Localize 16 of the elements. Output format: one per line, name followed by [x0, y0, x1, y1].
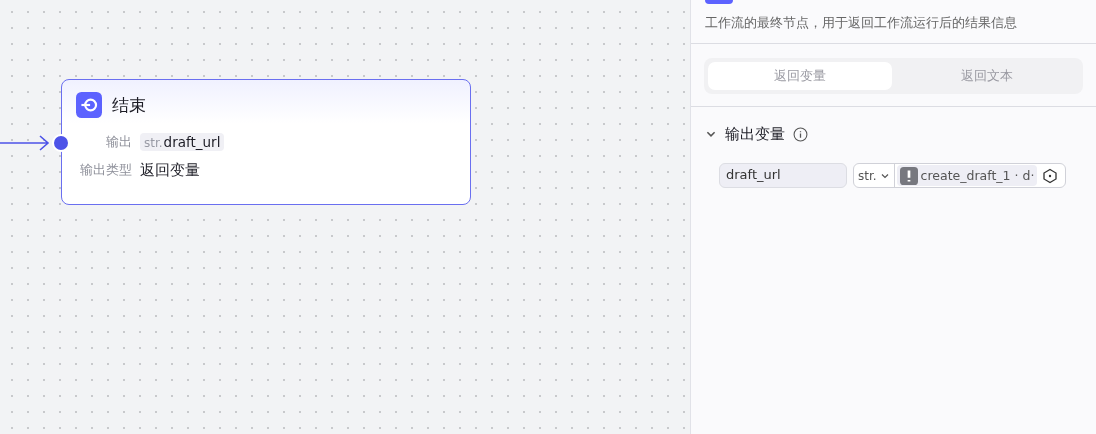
variable-tag: str.draft_url: [140, 133, 225, 151]
variable-picker-icon[interactable]: [1042, 167, 1059, 184]
row-value: 返回变量: [140, 160, 200, 180]
type-select[interactable]: str.: [854, 164, 895, 187]
exit-icon: [76, 92, 102, 118]
row-label: 输出类型: [79, 161, 132, 179]
warning-icon: [899, 166, 918, 185]
node-title: 结束: [112, 93, 146, 117]
section-title: 输出变量: [725, 124, 785, 144]
source-reference[interactable]: create_draft_1 · d·: [896, 165, 1038, 186]
row-label: 输出: [105, 133, 132, 151]
node-description: 工作流的最终节点，用于返回工作流运行后的结果信息: [691, 0, 1096, 44]
info-icon[interactable]: [793, 126, 808, 142]
name-field[interactable]: draft_url: [719, 163, 847, 188]
end-node[interactable]: 结束 输出 str.draft_url 输出类型 返回变量: [61, 79, 471, 205]
input-handle[interactable]: [52, 134, 70, 152]
